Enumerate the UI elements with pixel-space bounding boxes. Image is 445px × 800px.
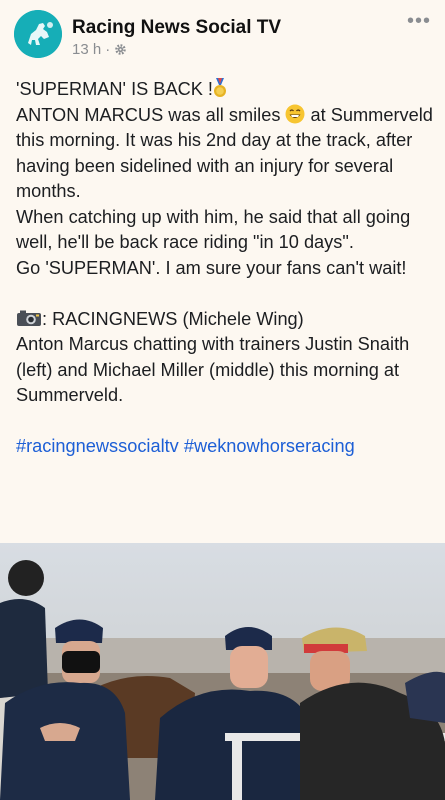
- hashtags: #racingnewssocialtv #weknowhorseracing: [16, 434, 434, 460]
- post-meta: 13 h ·: [72, 41, 127, 58]
- photo-credit: : RACINGNEWS (Michele Wing): [16, 307, 434, 333]
- photo-image: [0, 543, 445, 800]
- post-body: 'SUPERMAN' IS BACK ! ANTON MARCUS was al…: [16, 77, 434, 460]
- hashtag-link[interactable]: #weknowhorseracing: [184, 436, 355, 456]
- more-options-button[interactable]: •••: [407, 10, 431, 33]
- camera-icon: [17, 310, 41, 326]
- body-text: at: [305, 104, 326, 125]
- post-line: ANTON MARCUS was all smiles at Summervel…: [16, 103, 434, 205]
- post-time[interactable]: 13 h: [72, 41, 101, 58]
- post-line: Go 'SUPERMAN'. I am sure your fans can't…: [16, 257, 407, 278]
- body-text: ANTON MARCUS was all smiles: [16, 104, 286, 125]
- post-line: When catching up with him, he said that …: [16, 206, 416, 253]
- post-line: 'SUPERMAN' IS BACK !: [16, 77, 434, 103]
- page-avatar[interactable]: [14, 10, 62, 58]
- page-name[interactable]: Racing News Social TV: [72, 17, 281, 39]
- credit-text: : RACINGNEWS (Michele Wing): [42, 308, 304, 329]
- post-header: Racing News Social TV 13 h · •••: [0, 0, 445, 66]
- medal-icon: [213, 78, 226, 97]
- headline-text: 'SUPERMAN' IS BACK !: [16, 79, 213, 99]
- meta-separator: ·: [105, 41, 111, 58]
- hashtag-link[interactable]: #racingnewssocialtv: [16, 436, 179, 456]
- grinning-face-icon: [285, 104, 305, 123]
- post-photo[interactable]: [0, 543, 445, 800]
- photo-caption: Anton Marcus chatting with trainers Just…: [16, 334, 415, 405]
- gear-icon[interactable]: [114, 43, 127, 56]
- horse-logo-icon: [14, 10, 62, 58]
